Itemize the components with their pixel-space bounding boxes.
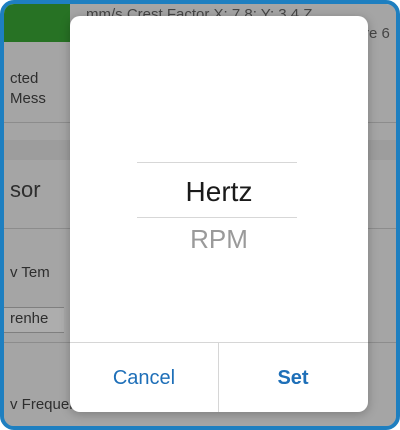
picker-option-rpm[interactable]: RPM <box>70 224 368 255</box>
app-frame: mm/s Crest Factor X: 7.8; Y: 3.4 Z re 6 … <box>0 0 400 430</box>
picker-option-hertz[interactable]: Hertz <box>70 176 368 208</box>
picker-selection-top-line <box>137 162 297 163</box>
unit-picker-dialog: Hertz RPM Cancel Set <box>70 16 368 412</box>
set-button[interactable]: Set <box>219 343 367 412</box>
unit-picker-wheel[interactable]: Hertz RPM <box>70 16 368 342</box>
dialog-button-bar: Cancel Set <box>70 342 368 412</box>
picker-selection-bottom-line <box>137 217 297 218</box>
cancel-button[interactable]: Cancel <box>70 343 219 412</box>
